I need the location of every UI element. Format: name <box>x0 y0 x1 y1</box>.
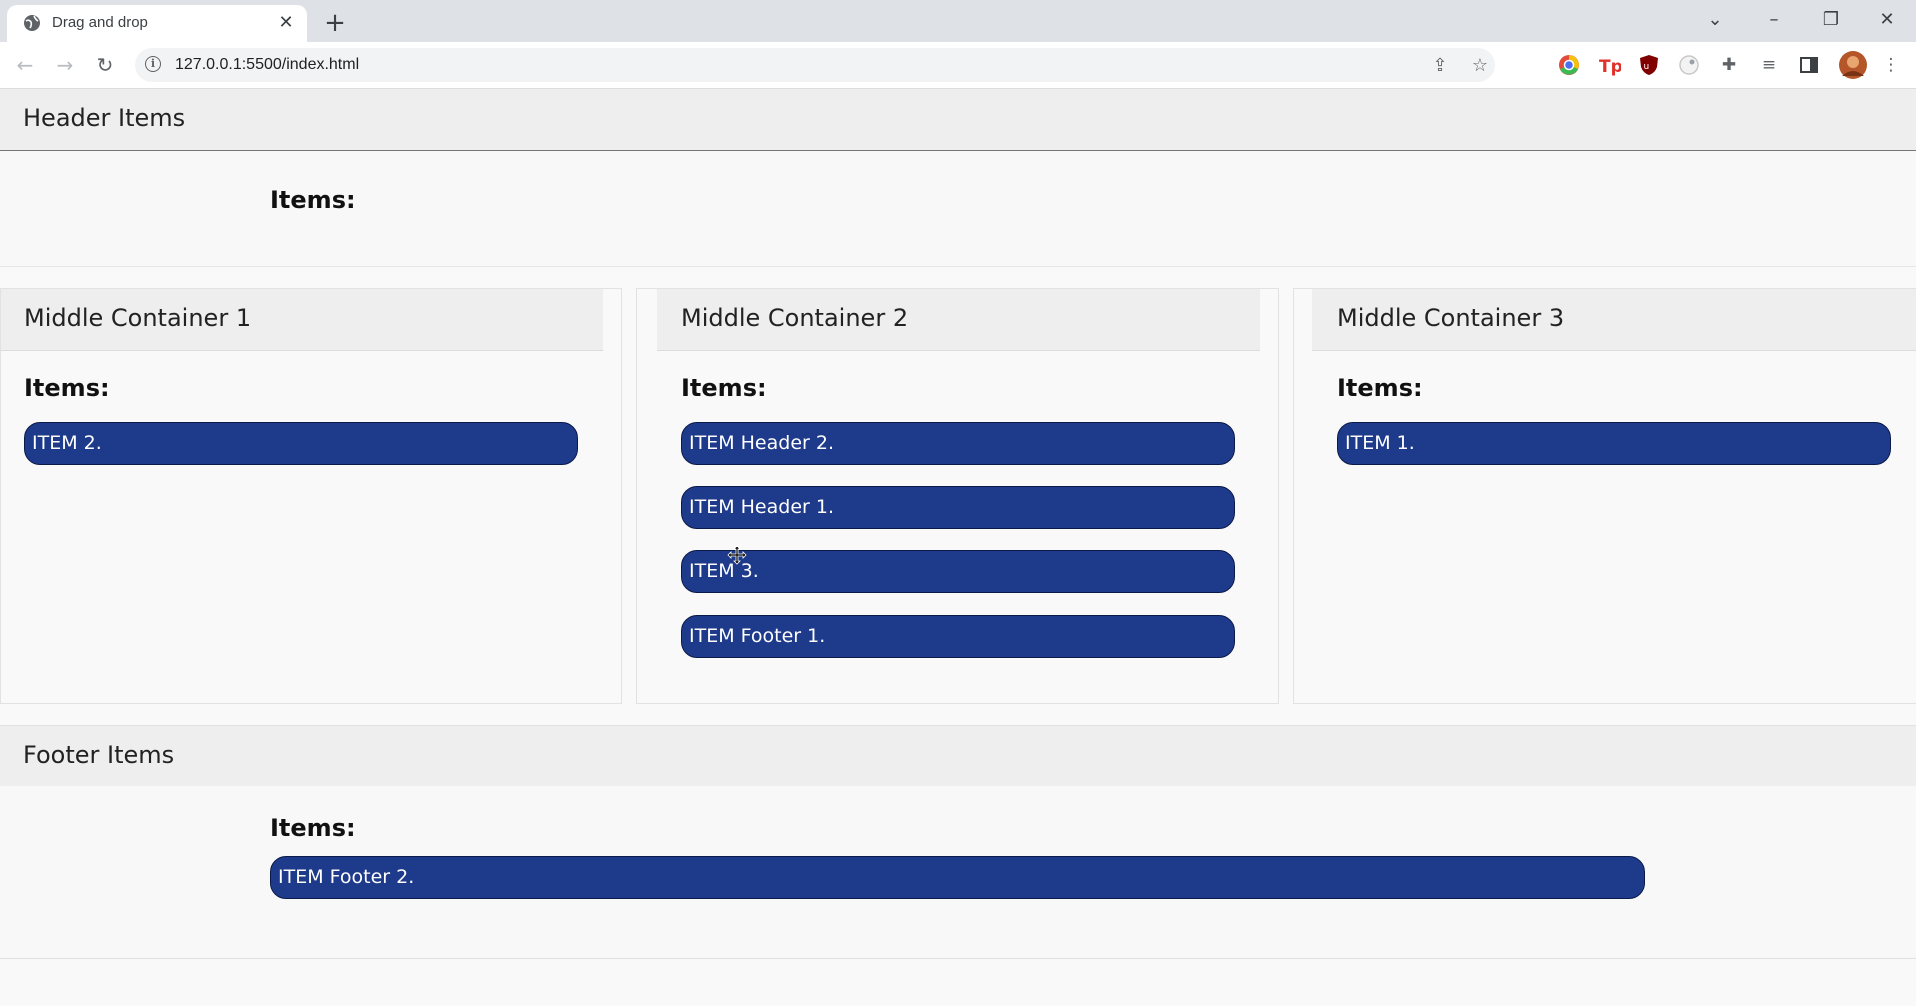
header-section: Header Items <box>0 89 1916 151</box>
address-bar[interactable]: i 127.0.0.1:5500/index.html ⇪ ☆ <box>135 48 1495 82</box>
back-icon[interactable]: ← <box>11 51 39 79</box>
container-1-title: Middle Container 1 <box>24 304 252 332</box>
middle-container-2[interactable]: Middle Container 2 Items: ITEM Header 2.… <box>636 288 1279 704</box>
container-3-header: Middle Container 3 <box>1312 289 1916 351</box>
share-icon[interactable]: ⇪ <box>1428 54 1452 78</box>
svg-text:Tp: Tp <box>1599 57 1621 77</box>
browser-toolbar: ← → ↻ i 127.0.0.1:5500/index.html ⇪ ☆ Tp… <box>0 42 1916 89</box>
new-tab-button[interactable]: + <box>320 8 350 38</box>
extension-chrome-icon[interactable] <box>1557 53 1581 77</box>
side-panel-icon[interactable] <box>1797 53 1821 77</box>
container-2-items-label: Items: <box>681 374 767 402</box>
footer-section: Footer Items <box>0 725 1916 787</box>
restore-button[interactable]: ❐ <box>1811 4 1851 36</box>
browser-tab[interactable]: Drag and drop ✕ <box>7 5 307 42</box>
forward-icon[interactable]: → <box>51 51 79 79</box>
draggable-item[interactable]: ITEM Header 1. <box>681 486 1235 529</box>
draggable-item[interactable]: ITEM 2. <box>24 422 578 465</box>
bookmark-star-icon[interactable]: ☆ <box>1468 54 1492 78</box>
footer-dropzone[interactable]: Items: ITEM Footer 2. <box>0 786 1916 959</box>
tab-strip: Drag and drop ✕ + ⌄ – ❐ ✕ <box>0 0 1916 42</box>
page-content: Header Items Items: Middle Container 1 I… <box>0 89 1916 1006</box>
draggable-item[interactable]: ITEM Header 2. <box>681 422 1235 465</box>
middle-container-3[interactable]: Middle Container 3 Items: ITEM 1. <box>1293 288 1916 704</box>
container-1-header: Middle Container 1 <box>1 289 603 351</box>
container-1-items-label: Items: <box>24 374 110 402</box>
site-info-icon[interactable]: i <box>145 56 161 72</box>
footer-title: Footer Items <box>23 741 175 769</box>
url-text[interactable]: 127.0.0.1:5500/index.html <box>175 56 359 74</box>
reload-icon[interactable]: ↻ <box>91 51 119 79</box>
header-title: Header Items <box>23 104 186 132</box>
header-dropzone[interactable]: Items: <box>0 151 1916 267</box>
extension-tp-icon[interactable]: Tp <box>1597 53 1621 77</box>
container-3-items-label: Items: <box>1337 374 1423 402</box>
svg-text:u: u <box>1644 62 1650 72</box>
globe-icon <box>24 15 40 31</box>
draggable-item[interactable]: ITEM 1. <box>1337 422 1891 465</box>
draggable-item[interactable]: ITEM 3. <box>681 550 1235 593</box>
footer-items-label: Items: <box>270 814 356 842</box>
draggable-item[interactable]: ITEM Footer 2. <box>270 856 1645 899</box>
container-3-title: Middle Container 3 <box>1337 304 1565 332</box>
minimize-button[interactable]: – <box>1754 4 1794 36</box>
media-control-icon[interactable]: ≡ <box>1757 53 1781 77</box>
extension-circle-icon[interactable] <box>1677 53 1701 77</box>
header-items-label: Items: <box>270 186 356 214</box>
draggable-item[interactable]: ITEM Footer 1. <box>681 615 1235 658</box>
close-window-button[interactable]: ✕ <box>1867 4 1907 36</box>
container-2-title: Middle Container 2 <box>681 304 909 332</box>
container-2-header: Middle Container 2 <box>657 289 1260 351</box>
close-tab-icon[interactable]: ✕ <box>275 12 297 34</box>
tab-title: Drag and drop <box>52 14 148 31</box>
profile-avatar[interactable] <box>1838 50 1868 80</box>
middle-container-1[interactable]: Middle Container 1 Items: ITEM 2. <box>0 288 622 704</box>
ublock-shield-icon[interactable]: u <box>1637 53 1661 77</box>
tab-search-icon[interactable]: ⌄ <box>1695 4 1735 36</box>
extensions-puzzle-icon[interactable]: ✚ <box>1717 53 1741 77</box>
menu-kebab-icon[interactable]: ⋮ <box>1879 53 1903 77</box>
